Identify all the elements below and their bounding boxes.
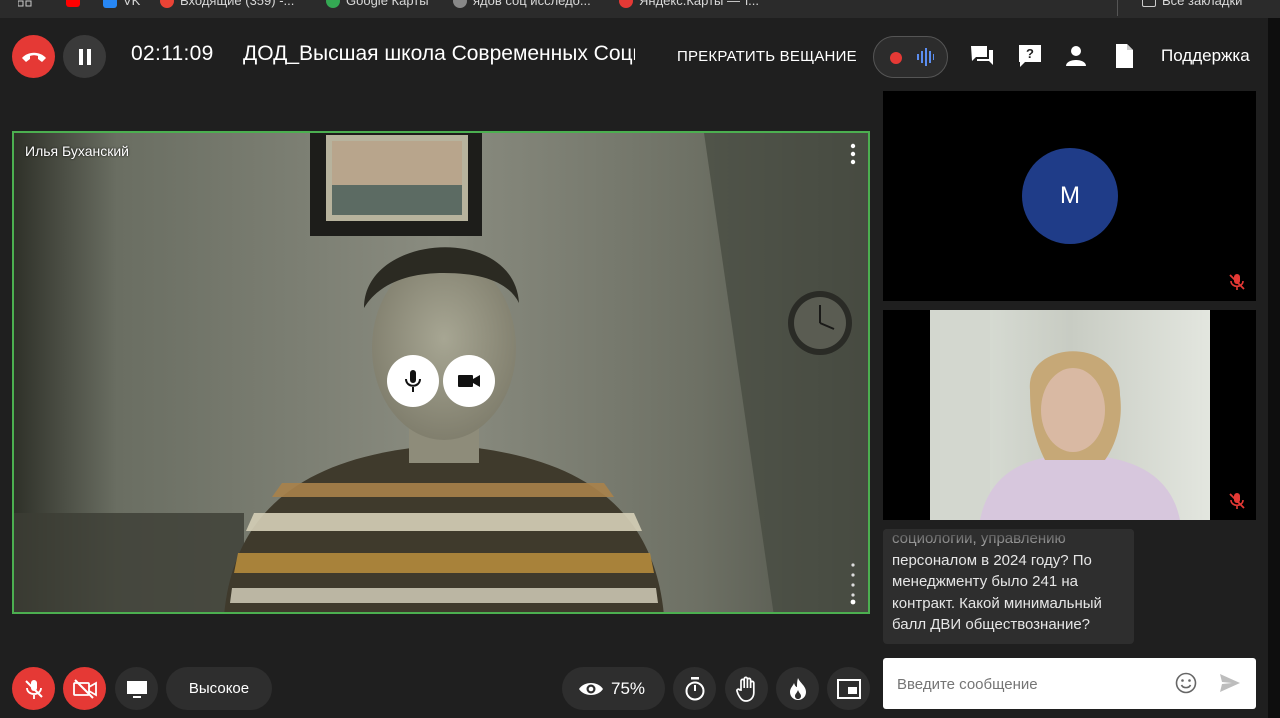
timer-icon [685,676,704,700]
pip-icon [836,678,861,699]
hangup-icon [21,52,46,62]
mic-off-icon [1229,274,1245,290]
mic-off-icon [24,679,43,699]
video-frame [14,133,868,612]
screen-share-button[interactable] [115,667,158,710]
bookmarks-divider [1117,0,1118,16]
question-icon[interactable]: ? [1017,43,1043,69]
yandex-maps-icon [619,0,633,8]
camera-icon [458,375,480,387]
chat-input-box[interactable] [883,658,1256,709]
support-link[interactable]: Поддержка [1161,46,1250,66]
all-bookmarks[interactable]: Все закладки [1142,0,1242,8]
bookmark-google-maps[interactable]: Google Карты [326,0,429,8]
person-icon[interactable] [1063,43,1089,69]
chat-fade [883,529,1134,553]
participant-mic-button[interactable] [387,355,439,407]
pause-icon [78,48,91,65]
message-input[interactable] [895,672,1169,696]
mute-mic-button[interactable] [12,667,55,710]
avatar: М [1022,148,1118,244]
video-quality-button[interactable]: Высокое [166,667,272,710]
fire-icon [789,677,806,700]
bookmark-yandex-maps[interactable]: Яндекс.Карты — т... [619,0,759,8]
timer-button[interactable] [673,667,716,710]
pause-button[interactable] [63,35,106,78]
document-icon[interactable] [1111,43,1137,69]
send-icon[interactable] [1219,673,1241,693]
chat-message: социологии, управлению персоналом в 2024… [883,529,1134,644]
eye-icon [579,683,603,695]
call-timer: 02:11:09 [131,42,214,65]
main-video-tile[interactable]: Илья Буханский [12,131,870,614]
raise-hand-button[interactable] [725,667,768,710]
emoji-icon[interactable] [1175,672,1197,694]
bookmark-research[interactable]: ядов соц исследо... [453,0,591,8]
camera-off-button[interactable] [63,667,106,710]
mic-off-icon [1229,493,1245,509]
google-icon [160,0,174,8]
drag-handle-icon[interactable] [846,561,860,605]
svg-text:?: ? [1026,46,1034,61]
maps-icon [326,0,340,8]
camera-off-icon [72,678,97,699]
bookmarks-bar: VK Входящие (359) -... Google Карты ядов… [0,0,1280,18]
mic-icon [405,370,421,392]
viewers-zoom-control[interactable]: 75% [562,667,665,710]
hand-icon [735,676,755,702]
participant-camera-button[interactable] [443,355,495,407]
bookmark-mail[interactable]: Входящие (359) -... [160,0,294,8]
zoom-level: 75% [611,679,646,698]
meeting-title: ДОД_Высшая школа Современных Социальных … [243,42,635,65]
participant-video [930,310,1210,520]
stop-stream-button[interactable]: ПРЕКРАТИТЬ ВЕЩАНИЕ [677,48,857,65]
picture-in-picture-button[interactable] [827,667,870,710]
bookmark-vk[interactable]: VK [103,0,140,8]
participant-tile-m[interactable]: М [883,91,1256,301]
youtube-icon [66,0,80,7]
screen-icon [126,680,147,698]
waveform-icon [917,48,934,66]
window-edge [1268,18,1280,718]
end-call-button[interactable] [12,35,55,78]
participant-name: Илья Буханский [25,143,130,159]
folder-icon [1142,0,1156,7]
more-options-icon[interactable] [846,143,860,165]
participant-tile-video[interactable] [883,310,1256,520]
globe-icon [453,0,467,8]
chat-icon[interactable] [969,43,995,69]
youtube-bookmark[interactable] [66,0,80,7]
apps-icon[interactable] [18,0,32,7]
vk-icon [103,0,117,8]
recording-toggle[interactable] [873,36,948,78]
reactions-button[interactable] [776,667,819,710]
record-icon [890,52,902,64]
